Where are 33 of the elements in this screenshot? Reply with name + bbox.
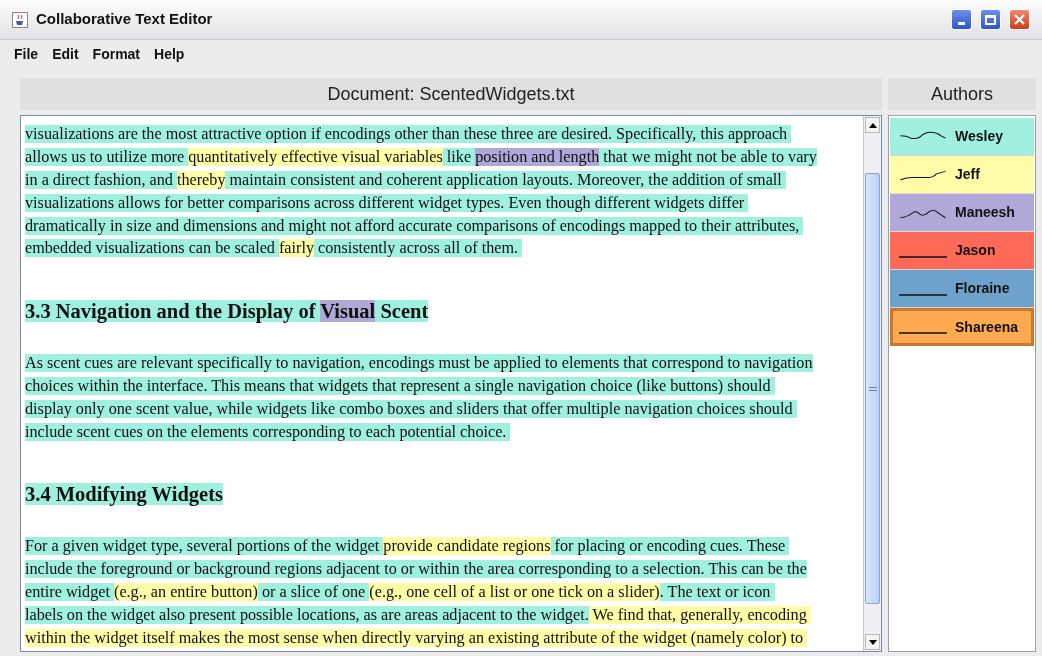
close-icon — [1014, 14, 1025, 25]
text-line: For a given widget type, several portions of the widget provide candidate regions for placing or encoding cues. These — [25, 535, 790, 558]
menu-item[interactable]: Edit — [52, 43, 79, 65]
author-item[interactable]: Wesley — [890, 118, 1034, 156]
flat-line-icon — [899, 255, 947, 258]
document-header: Document: ScentedWidgets.txt — [20, 78, 882, 110]
maximize-button[interactable] — [980, 9, 1001, 30]
text-line: allows us to utilize more quantitatively effective visual variables like position and length that we might not be able to vary — [25, 147, 817, 169]
author-item[interactable]: Jason — [890, 232, 1034, 270]
menu-item[interactable]: File — [14, 43, 39, 65]
author-item[interactable]: Maneesh — [890, 194, 1034, 232]
text-line: in a direct fashion, and thereby maintain consistent and coherent application layouts. Moreover, the addition of small — [25, 169, 786, 191]
menu-item[interactable]: Help — [154, 43, 185, 65]
author-item[interactable]: Floraine — [890, 270, 1034, 308]
sparkline-icon — [899, 168, 947, 181]
section-heading: 3.4 Modifying Widgets — [25, 481, 223, 507]
text-line: entire widget (e.g., an entire button) or a slice of one (e.g., one cell of a list or one tick on a slider). The text or icon — [25, 580, 775, 603]
author-item[interactable]: Jeff — [890, 156, 1034, 194]
authors-header: Authors — [888, 78, 1036, 110]
scrollbar[interactable] — [863, 116, 881, 651]
close-button[interactable] — [1009, 9, 1030, 30]
section-heading: 3.3 Navigation and the Display of Visual Scent — [25, 298, 429, 324]
text-area[interactable] — [20, 115, 882, 652]
scroll-thumb[interactable] — [865, 173, 880, 604]
flat-line-icon — [899, 293, 947, 296]
text-line: embedded visualizations can be scaled fairly consistently across all of them. — [25, 237, 523, 260]
text-line: labels on the widget also present possible locations, as are areas adjacent to the widget. We find that, generally, encoding — [25, 603, 811, 626]
flat-line-icon — [899, 332, 947, 334]
menu-item[interactable]: Format — [92, 43, 141, 65]
window-title: Collaborative Text Editor — [36, 9, 214, 30]
java-cup-icon — [12, 11, 28, 28]
minimize-button[interactable] — [951, 9, 972, 30]
author-item[interactable]: Shareena — [890, 308, 1034, 346]
